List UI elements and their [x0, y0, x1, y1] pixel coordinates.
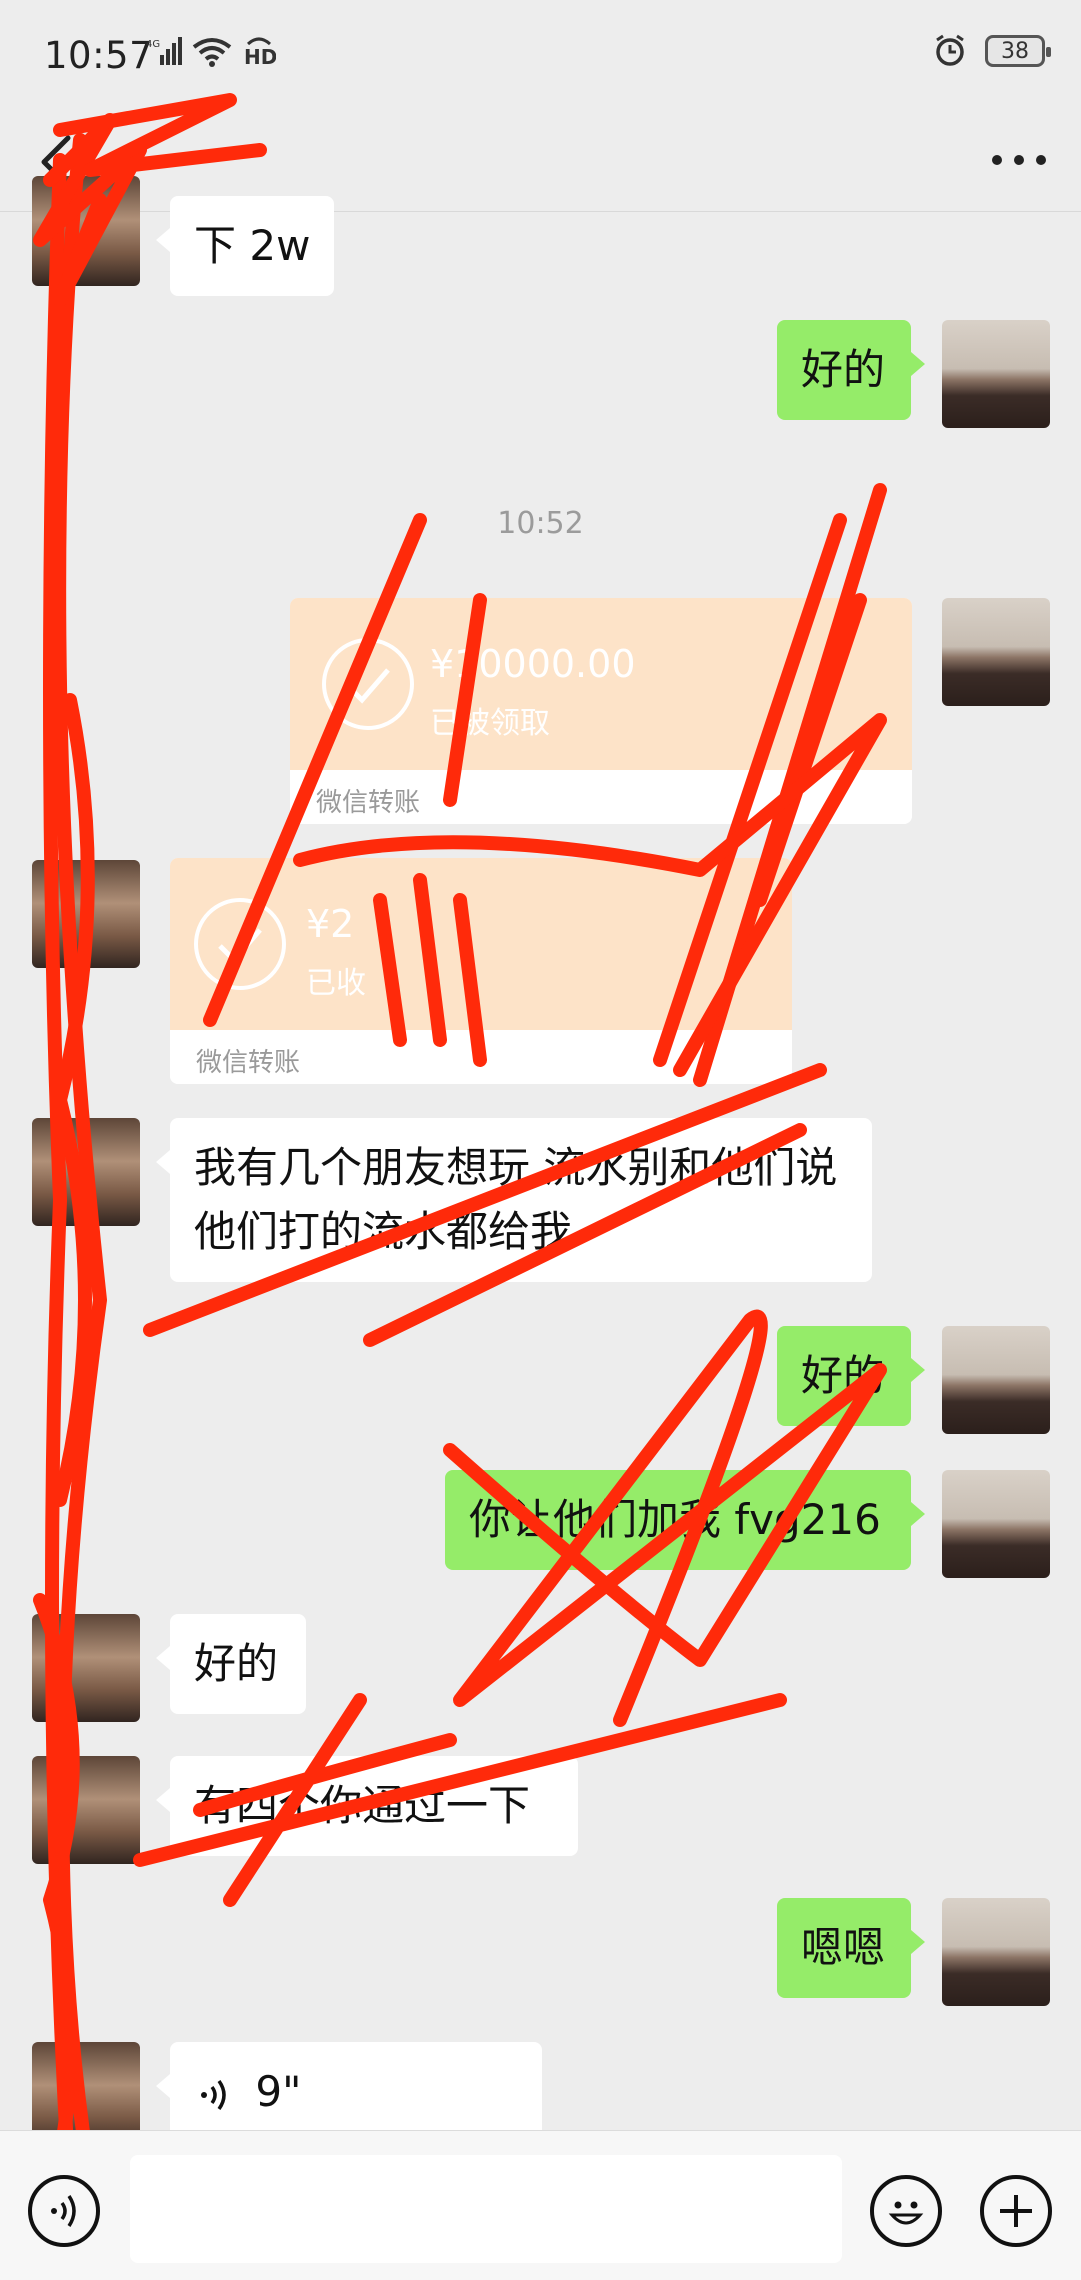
transfer-footer: 微信转账 [170, 1030, 792, 1084]
avatar[interactable] [32, 1118, 140, 1226]
voice-icon [201, 2079, 226, 2110]
hd-icon: HD [244, 37, 276, 68]
transfer-status: 已被领取 [430, 706, 550, 741]
hd-label: HD [244, 45, 276, 68]
voice-icon [51, 2195, 76, 2227]
transfer-card-top: ¥2 已收 [170, 858, 792, 1030]
message-bubble-out[interactable]: 你让他们加我 fvg216 [445, 1470, 925, 1570]
status-bar: 10:57 4G HD 38 [0, 0, 1081, 110]
check-icon [194, 898, 286, 990]
message-text: 有四个你通过一下 [194, 1781, 531, 1830]
message-text: 好的 [801, 345, 886, 394]
message-bubble-out[interactable]: 好的 [777, 320, 925, 420]
voice-duration: 9" [255, 2067, 302, 2116]
message-text: 你让他们加我 fvg216 [469, 1495, 881, 1544]
message-bubble-out[interactable]: 好的 [777, 1326, 925, 1426]
network-label: 4G [146, 39, 160, 50]
voice-toggle-button[interactable] [28, 2175, 100, 2247]
message-text: 好的 [801, 1351, 886, 1400]
transfer-footer: 微信转账 [290, 770, 912, 824]
avatar[interactable] [32, 1756, 140, 1864]
transfer-amount: ¥2 [306, 902, 355, 946]
avatar[interactable] [942, 1898, 1050, 2006]
check-icon [322, 638, 414, 730]
chat-header: 一 [0, 110, 1081, 212]
avatar[interactable] [942, 1470, 1050, 1578]
avatar[interactable] [942, 1326, 1050, 1434]
transfer-amount: ¥10000.00 [430, 642, 636, 686]
transfer-status: 已收 [306, 966, 366, 1001]
status-icons: 4G HD [146, 36, 276, 68]
message-bubble-in[interactable]: 我有几个朋友想玩 流水别和他们说 他们打的流水都给我 [156, 1118, 872, 1282]
more-dots-icon[interactable] [983, 130, 1055, 190]
status-right: 38 [933, 34, 1051, 68]
message-text: 嗯嗯 [801, 1923, 886, 1972]
message-text: 我有几个朋友想玩 流水别和他们说 他们打的流水都给我 [194, 1143, 838, 1256]
emoji-icon [888, 2201, 924, 2225]
message-text: 下 2w [194, 221, 311, 270]
transfer-card[interactable]: ¥2 已收 微信转账 [170, 858, 792, 1084]
plus-button[interactable] [980, 2175, 1052, 2247]
input-bar [0, 2130, 1081, 2280]
signal-icon: 4G [146, 37, 182, 65]
status-time: 10:57 [44, 34, 154, 77]
transfer-card[interactable]: ¥10000.00 已被领取 微信转账 [290, 598, 912, 824]
message-bubble-out[interactable]: 嗯嗯 [777, 1898, 925, 1998]
voice-message[interactable]: 9" [156, 2042, 542, 2142]
message-text: 好的 [194, 1639, 279, 1688]
message-timestamp: 10:52 [497, 506, 584, 541]
avatar[interactable] [942, 320, 1050, 428]
wifi-icon [192, 38, 232, 67]
avatar[interactable] [32, 1614, 140, 1722]
battery-indicator: 38 [985, 35, 1051, 67]
alarm-icon [936, 34, 964, 66]
chat-screen: 10:57 4G HD 38 一 下 2w 好的 10:52 ¥10000.00… [0, 0, 1081, 2280]
message-bubble-in[interactable]: 有四个你通过一下 [156, 1756, 578, 1856]
avatar[interactable] [32, 176, 140, 286]
battery-level: 38 [1001, 38, 1029, 64]
message-bubble-in[interactable]: 下 2w [155, 196, 335, 296]
plus-icon [1000, 2195, 1032, 2227]
avatar[interactable] [942, 598, 1050, 706]
message-input[interactable] [130, 2155, 842, 2263]
avatar[interactable] [32, 860, 140, 968]
message-bubble-in[interactable]: 好的 [156, 1614, 306, 1714]
transfer-card-top: ¥10000.00 已被领取 [290, 598, 912, 770]
emoji-button[interactable] [870, 2175, 942, 2247]
